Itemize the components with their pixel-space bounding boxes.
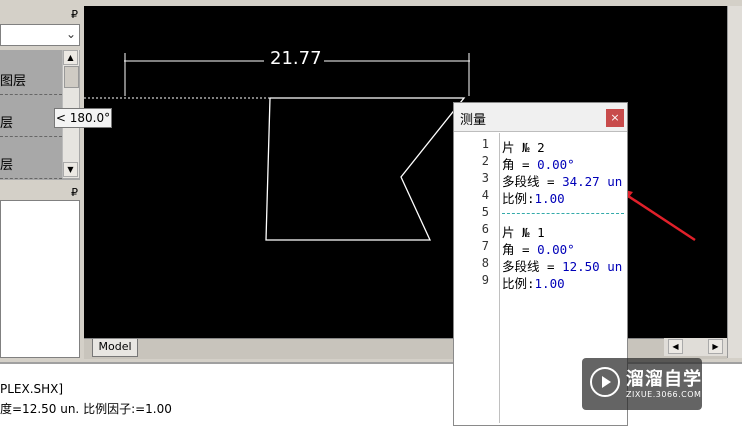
line-number: 8 (481, 256, 489, 270)
pin-icon[interactable]: ₽ (71, 8, 78, 22)
dock-header-2: ₽ (0, 186, 82, 200)
watermark-title: 溜溜自学 (626, 369, 702, 390)
tab-model[interactable]: Model (92, 339, 138, 357)
line-number: 5 (481, 205, 489, 219)
line-number: 2 (481, 154, 489, 168)
dimension-text: 21.77 (270, 48, 322, 69)
pin-icon[interactable]: ₽ (71, 186, 78, 200)
scroll-right-icon[interactable]: ▶ (708, 339, 723, 354)
layer-item[interactable]: 层 (0, 154, 62, 179)
line-number-gutter: 1 2 3 4 5 6 7 8 9 (455, 133, 500, 423)
command-history-line: PLEX.SHX] (0, 382, 64, 396)
scroll-down-icon[interactable]: ▼ (63, 162, 78, 177)
layout-tab-bar: Model (84, 338, 727, 359)
play-icon (590, 367, 620, 397)
measure-line: 比例:1.00 (502, 273, 565, 292)
measure-key: 比例: (502, 276, 535, 291)
layer-item[interactable]: 图层 (0, 70, 62, 95)
line-number: 9 (481, 273, 489, 287)
close-icon[interactable]: × (606, 109, 624, 127)
separator-line (502, 213, 624, 214)
line-number: 6 (481, 222, 489, 236)
annotation-arrow-line (621, 190, 696, 242)
watermark-subtitle: ZIXUE.3066.COM (626, 390, 702, 399)
left-dock-panel: ₽ ⌄ 图层 层 层 ▲ ▼ ₽ (0, 0, 84, 362)
canvas-vertical-scrollbar[interactable] (727, 6, 742, 358)
dock-header: ₽ (0, 8, 82, 22)
line-number: 3 (481, 171, 489, 185)
layer-dropdown[interactable]: ⌄ (0, 24, 80, 46)
measure-key: 角 = (502, 157, 538, 172)
canvas-horizontal-scrollbar[interactable]: ◀ ▶ (664, 338, 727, 356)
measure-key: 片 № 1 (502, 225, 545, 240)
line-number: 7 (481, 239, 489, 253)
angle-tooltip: < 180.0° (54, 108, 112, 128)
line-number: 4 (481, 188, 489, 202)
scroll-thumb[interactable] (64, 66, 79, 88)
measure-key: 片 № 2 (502, 140, 545, 155)
polyline-shape (265, 97, 466, 241)
measure-titlebar[interactable]: 测量 × (454, 103, 627, 132)
layer-item[interactable]: 层 (0, 112, 62, 137)
measure-value: 1.00 (534, 276, 565, 291)
properties-panel (0, 200, 80, 358)
measure-value: 34.27 un (562, 174, 623, 189)
measure-value: 12.50 un (562, 259, 623, 274)
measure-key: 角 = (502, 242, 538, 257)
measure-line: 比例:1.00 (502, 188, 565, 207)
measure-key: 多段线 = (502, 259, 563, 274)
scroll-left-icon[interactable]: ◀ (668, 339, 683, 354)
measure-key: 比例: (502, 191, 535, 206)
measure-title: 测量 (460, 113, 487, 128)
measure-value: 0.00° (537, 242, 575, 257)
line-number: 1 (481, 137, 489, 151)
watermark-logo: 溜溜自学 ZIXUE.3066.COM (582, 358, 702, 410)
measure-value: 0.00° (537, 157, 575, 172)
drawing-geometry (84, 53, 696, 242)
command-history-line: 度=12.50 un. 比例因子:=1.00 (0, 402, 172, 416)
drawing-canvas[interactable]: 21.77 ▬ ▢ ✕ (84, 6, 727, 338)
measure-key: 多段线 = (502, 174, 563, 189)
scroll-up-icon[interactable]: ▲ (63, 50, 78, 65)
measure-value: 1.00 (534, 191, 565, 206)
chevron-down-icon: ⌄ (65, 27, 76, 41)
